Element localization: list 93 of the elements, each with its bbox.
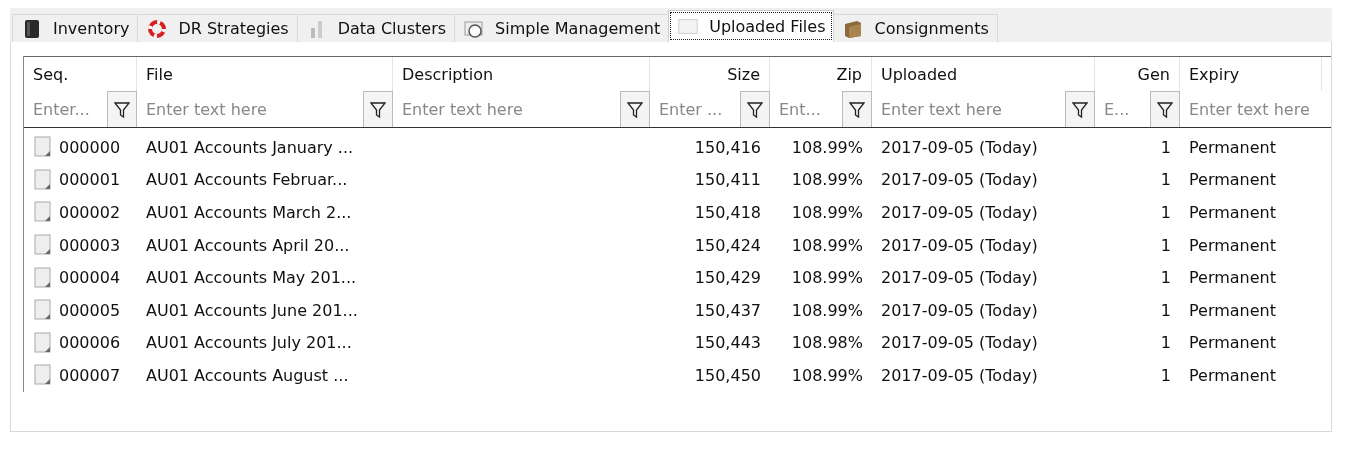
- filter-icon: [627, 100, 643, 119]
- clock-window-icon: [463, 18, 486, 39]
- filter-button[interactable]: [107, 91, 137, 127]
- table-cell: 1: [1160, 365, 1171, 385]
- table-cell: 1: [1160, 137, 1171, 157]
- file-icon: [33, 331, 53, 354]
- table-cell: 000002: [59, 203, 121, 222]
- filter-button[interactable]: [620, 91, 650, 127]
- table-cell: 108.99%: [791, 365, 863, 385]
- table-cell: Permanent: [1189, 137, 1276, 157]
- table-cell: 000003: [59, 235, 121, 255]
- table-cell: Permanent: [1189, 268, 1276, 288]
- table-cell: 150,411: [694, 170, 761, 190]
- table-cell: 2017-09-05 (Today): [881, 203, 1038, 222]
- tab[interactable]: Consignments: [833, 14, 998, 42]
- table-cell: 108.99%: [791, 137, 863, 157]
- table-cell: AU01 Accounts May 201...: [146, 268, 357, 288]
- table-cell: AU01 Accounts July 201...: [146, 333, 352, 353]
- table-cell: 000005: [59, 300, 121, 320]
- filter-field[interactable]: Enter text here: [393, 99, 620, 119]
- table-cell: 1: [1160, 300, 1171, 320]
- filter-field[interactable]: Enter text here: [1180, 99, 1322, 119]
- table-cell: AU01 Accounts March 2...: [146, 203, 352, 222]
- table-cell: Permanent: [1189, 365, 1276, 385]
- table-cell: 108.99%: [791, 235, 863, 255]
- table-cell: Permanent: [1189, 235, 1276, 255]
- file-icon: [33, 136, 53, 159]
- table-cell: 150,424: [694, 235, 761, 255]
- table-cell: 1: [1160, 235, 1171, 255]
- table-cell: 2017-09-05 (Today): [881, 268, 1038, 288]
- table-cell: 108.99%: [791, 300, 863, 320]
- table-cell: 108.98%: [791, 333, 863, 353]
- filter-icon: [747, 100, 763, 119]
- table-cell: 108.99%: [791, 170, 863, 190]
- table-cell: 2017-09-05 (Today): [881, 300, 1038, 320]
- filter-field[interactable]: Enter text here: [137, 99, 363, 119]
- filter-field[interactable]: Ent...: [770, 99, 842, 119]
- file-icon: [33, 168, 53, 191]
- filter-icon: [370, 100, 386, 119]
- filter-button[interactable]: [1065, 91, 1095, 127]
- filter-button[interactable]: [740, 91, 770, 127]
- filter-field[interactable]: Enter text here: [872, 99, 1065, 119]
- filter-button[interactable]: [363, 91, 393, 127]
- table-cell: 000001: [59, 170, 121, 190]
- table-cell: 150,437: [694, 300, 761, 320]
- table-cell: 000004: [59, 268, 121, 288]
- table-cell: Permanent: [1189, 300, 1276, 320]
- table-cell: 2017-09-05 (Today): [881, 170, 1038, 190]
- filter-icon: [1157, 100, 1173, 119]
- lifebuoy-icon: [146, 18, 169, 39]
- file-icon: [33, 299, 53, 322]
- filter-field[interactable]: E...: [1095, 99, 1150, 119]
- table-cell: AU01 Accounts August ...: [146, 365, 349, 385]
- filter-button[interactable]: [1150, 91, 1180, 127]
- table-cell: 000006: [59, 333, 121, 353]
- table-cell: AU01 Accounts June 201...: [146, 300, 358, 320]
- table-cell: 108.99%: [791, 268, 863, 288]
- table-cell: 1: [1160, 203, 1171, 222]
- file-icon: [33, 201, 53, 224]
- filter-icon: [849, 100, 865, 119]
- table-cell: 2017-09-05 (Today): [881, 235, 1038, 255]
- table-cell: 1: [1160, 170, 1171, 190]
- filter-field[interactable]: Enter...: [24, 99, 107, 119]
- tab[interactable]: Uploaded Files: [668, 10, 835, 42]
- table-cell: 150,450: [694, 365, 761, 385]
- column-header[interactable]: Expiry: [1180, 57, 1322, 91]
- table-cell: 150,418: [694, 203, 761, 222]
- table-cell: 2017-09-05 (Today): [881, 137, 1038, 157]
- table-cell: Permanent: [1189, 170, 1276, 190]
- document-icon: [677, 16, 700, 37]
- table-cell: 000007: [59, 365, 121, 385]
- table-cell: Permanent: [1189, 203, 1276, 222]
- table-cell: AU01 Accounts Februar...: [146, 170, 348, 190]
- file-icon: [33, 364, 53, 387]
- table-cell: 2017-09-05 (Today): [881, 333, 1038, 353]
- file-icon: [33, 266, 53, 289]
- table-cell: 150,443: [694, 333, 761, 353]
- table-cell: AU01 Accounts April 20...: [146, 235, 350, 255]
- table-cell: Permanent: [1189, 333, 1276, 353]
- table-cell: 150,416: [694, 137, 761, 157]
- tab[interactable]: Inventory: [12, 14, 139, 42]
- file-icon: [33, 234, 53, 257]
- filter-icon: [1072, 100, 1088, 119]
- table-cell: 150,429: [694, 268, 761, 288]
- table-cell: 000000: [59, 137, 121, 157]
- table-cell: 2017-09-05 (Today): [881, 365, 1038, 385]
- table-cell: 1: [1160, 268, 1171, 288]
- filter-field[interactable]: Enter ...: [650, 99, 740, 119]
- table-cell: 108.99%: [791, 203, 863, 222]
- table-cell: AU01 Accounts January ...: [146, 137, 354, 157]
- table-cell: 1: [1160, 333, 1171, 353]
- filter-icon: [114, 100, 130, 119]
- filter-button[interactable]: [842, 91, 872, 127]
